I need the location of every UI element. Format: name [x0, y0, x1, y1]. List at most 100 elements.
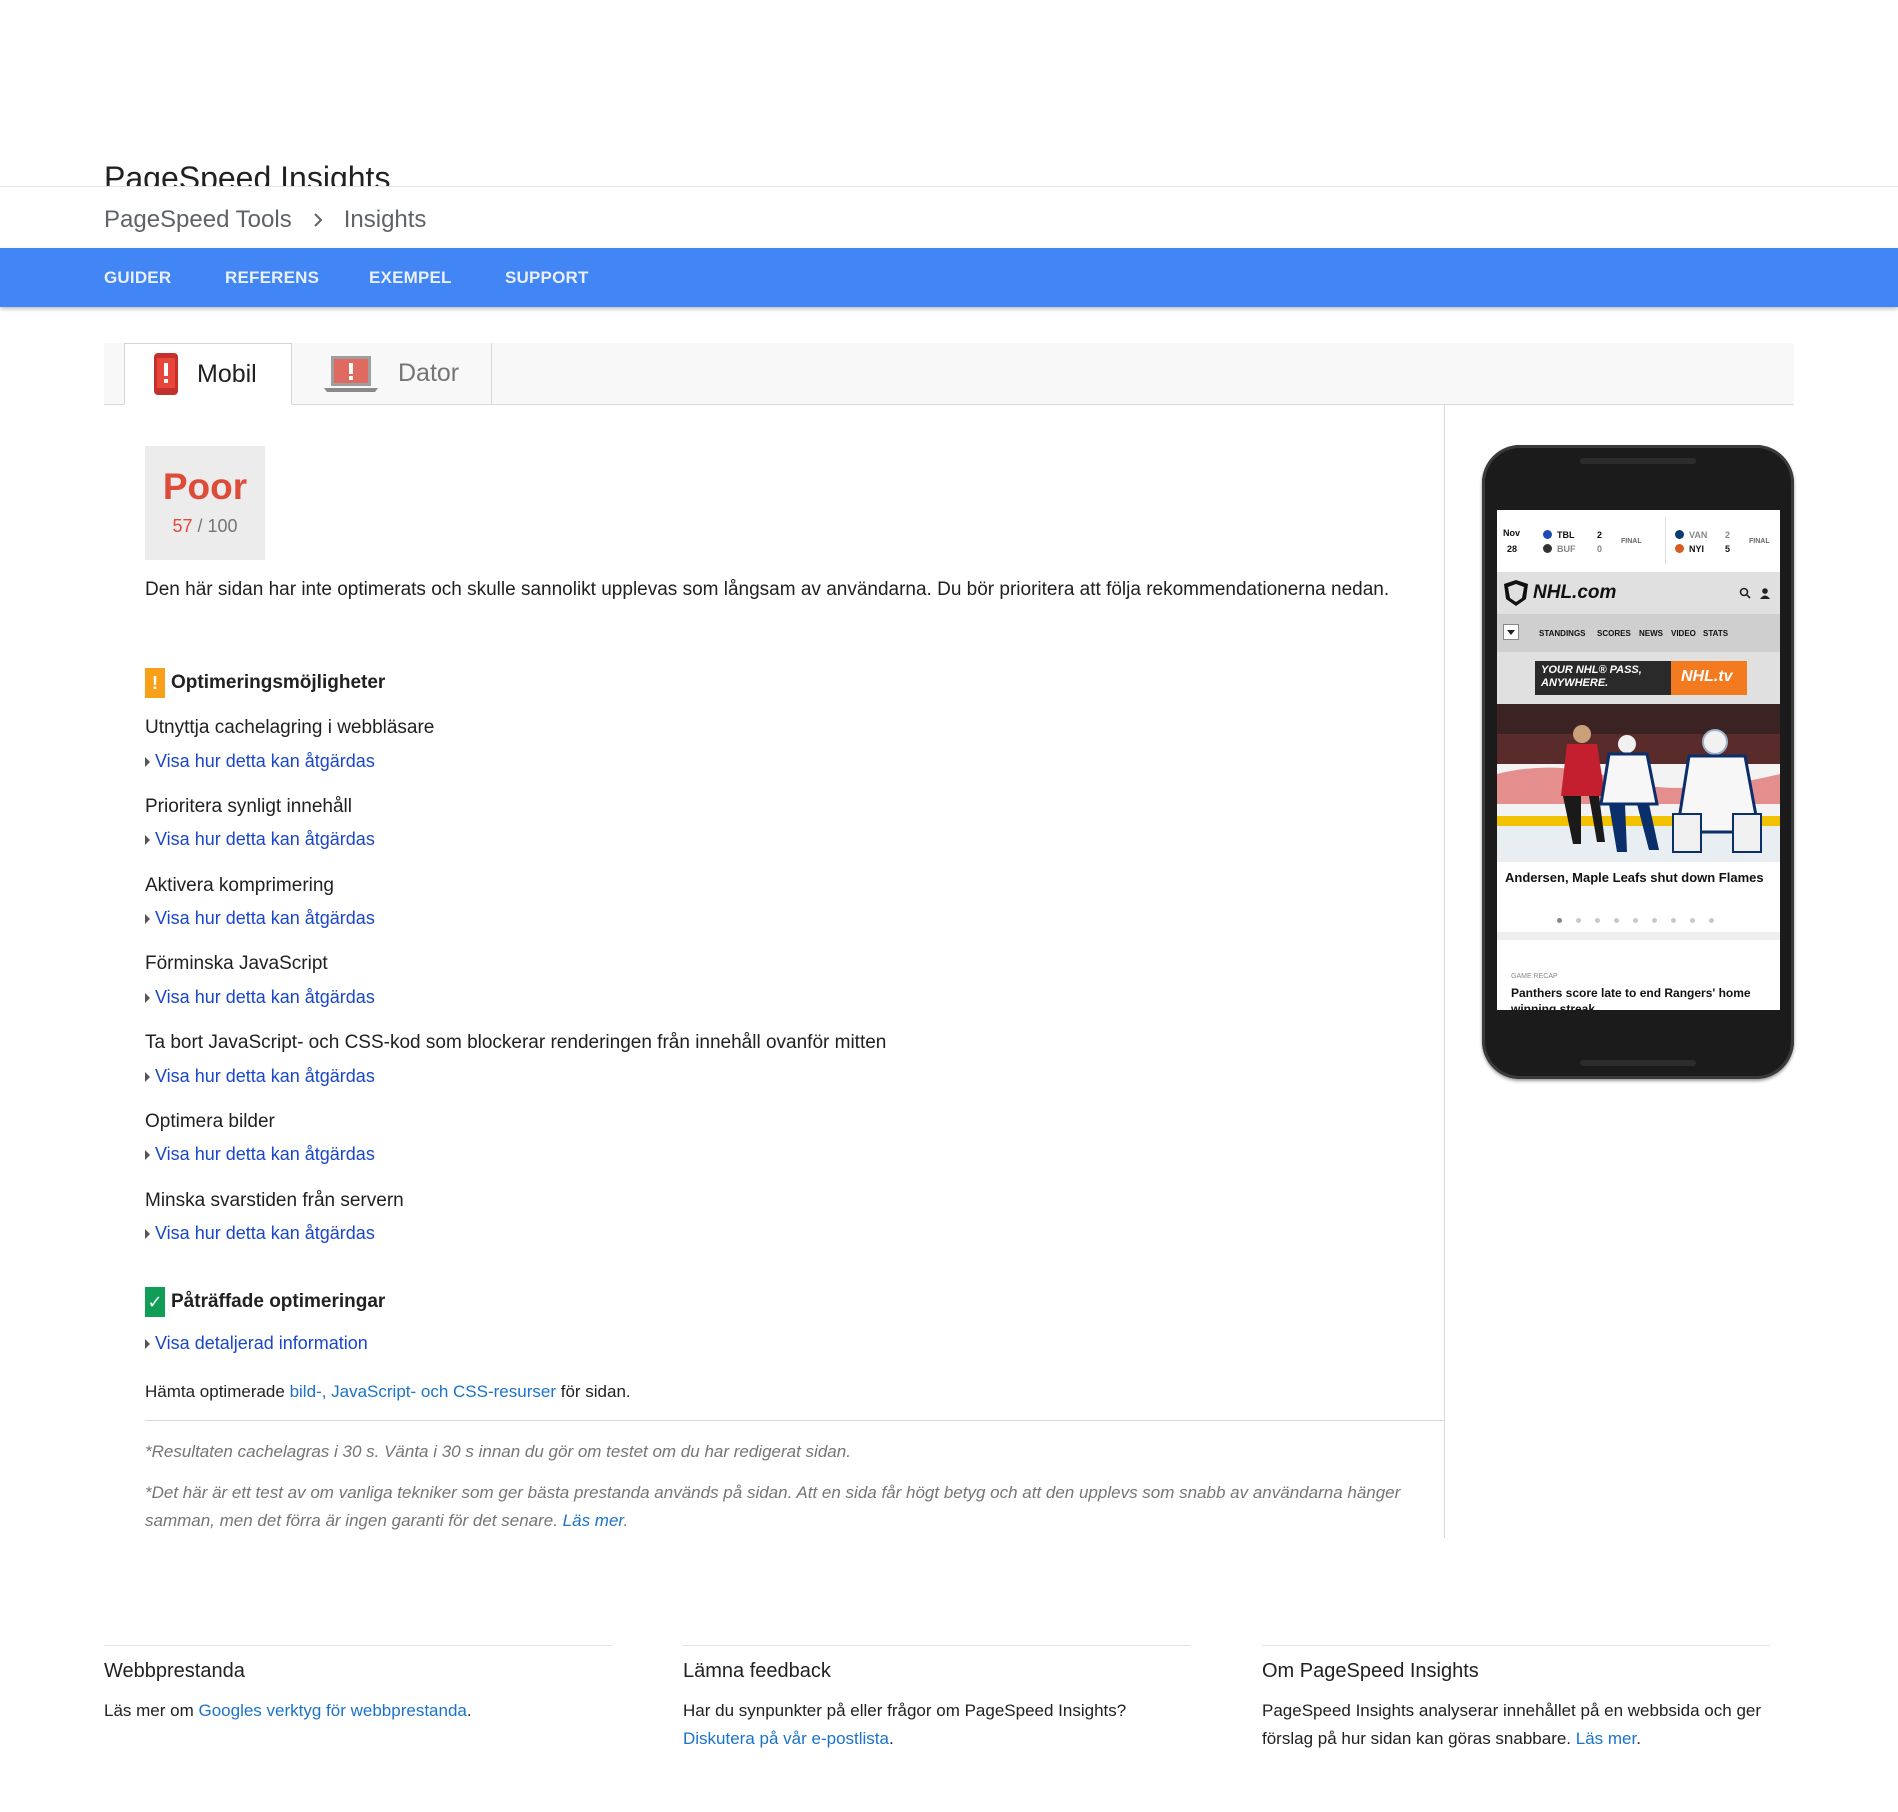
phone-speaker: [1580, 458, 1696, 464]
carousel-dot: [1709, 918, 1714, 923]
score-value: 57: [172, 516, 193, 536]
ticker-team: VAN: [1689, 530, 1708, 540]
phone-speaker: [1580, 1060, 1696, 1066]
score-line: 57 / 100: [145, 516, 265, 537]
rule-title: Optimera bilder: [145, 1111, 275, 1132]
nhl-header: NHL.com: [1497, 572, 1780, 614]
ticker-day: 28: [1507, 544, 1518, 554]
ad-text: YOUR NHL® PASS, ANYWHERE.: [1541, 664, 1642, 690]
ticker-status: FINAL: [1749, 538, 1770, 545]
ticker-score: 2: [1597, 530, 1603, 540]
hero-image: [1497, 704, 1780, 862]
triangle-right-icon: [145, 1338, 150, 1349]
phone-section-separator: [1497, 932, 1780, 940]
tab-mobile[interactable]: Mobil: [124, 343, 292, 405]
footer-google-tools-link[interactable]: Googles verktyg för webbprestanda: [198, 1701, 466, 1720]
carousel-dot: [1614, 918, 1619, 923]
ticker-status: FINAL: [1621, 538, 1642, 545]
nhl-menu-item: VIDEO: [1671, 629, 1696, 638]
footer-text-body: PageSpeed Insights analyserar innehållet…: [1262, 1701, 1762, 1748]
rule-expand-link[interactable]: Visa hur detta kan åtgärdas: [145, 829, 375, 850]
nhl-tv-ad: YOUR NHL® PASS, ANYWHERE. NHL.tv: [1497, 652, 1780, 704]
ticker-team: NYI: [1689, 544, 1705, 554]
footer-web-performance: Webbprestanda Läs mer om Googles verktyg…: [104, 1645, 612, 1725]
hockey-photo: [1497, 704, 1780, 862]
footer-mailing-list-link[interactable]: Diskutera på vår e-postlista: [683, 1729, 889, 1748]
nav-support[interactable]: SUPPORT: [505, 248, 589, 307]
cache-note: *Resultaten cachelagras i 30 s. Vänta i …: [145, 1442, 851, 1461]
footer-rule: [104, 1645, 612, 1646]
nhl-menu-item: STATS: [1703, 629, 1729, 638]
nhl-menu-item: NEWS: [1639, 629, 1663, 638]
triangle-right-icon: [145, 1071, 150, 1082]
mobile-warning-icon: [154, 353, 178, 395]
passed-details-link[interactable]: Visa detaljerad information: [145, 1333, 368, 1354]
nav-examples[interactable]: EXEMPEL: [369, 248, 452, 307]
carousel-dot: [1557, 918, 1562, 923]
phone-screen: Nov 28 TBL BUF 2 0 FINAL VAN NYI 2 5 FIN…: [1497, 510, 1780, 1010]
footer-text-suffix: .: [466, 1701, 472, 1720]
rule-title: Prioritera synligt innehåll: [145, 796, 352, 817]
score-ticker: Nov 28 TBL BUF 2 0 FINAL VAN NYI 2 5 FIN…: [1497, 510, 1780, 573]
tab-desktop[interactable]: Dator: [292, 343, 492, 404]
breadcrumb-insights[interactable]: Insights: [344, 206, 427, 234]
recap-label: GAME RECAP: [1511, 973, 1558, 980]
footer-title: Om PageSpeed Insights: [1262, 1660, 1479, 1682]
rule-expand-link[interactable]: Visa hur detta kan åtgärdas: [145, 1144, 375, 1165]
breadcrumb: PageSpeed Tools Insights: [104, 206, 426, 234]
download-resources-link[interactable]: bild-, JavaScript- och CSS-resurser: [290, 1382, 556, 1401]
tab-desktop-label: Dator: [398, 359, 460, 387]
rule-title: Ta bort JavaScript- och CSS-kod som bloc…: [145, 1032, 887, 1053]
team-logo-icon: [1543, 544, 1552, 553]
rule-expand-link-label: Visa hur detta kan åtgärdas: [155, 1223, 375, 1243]
ticker-score: 2: [1725, 530, 1731, 540]
team-logo-icon: [1675, 544, 1684, 553]
nav-reference[interactable]: REFERENS: [225, 248, 319, 307]
nav-guides[interactable]: GUIDER: [104, 248, 171, 307]
team-logo-icon: [1543, 530, 1552, 539]
disclaimer-read-more-link[interactable]: Läs mer: [563, 1511, 624, 1530]
footer-read-more-link[interactable]: Läs mer: [1576, 1729, 1636, 1748]
ad-line: ANYWHERE.: [1541, 677, 1609, 689]
rule-title: Aktivera komprimering: [145, 875, 334, 896]
footer-rule: [683, 1645, 1191, 1646]
device-tabs: Mobil Dator: [104, 343, 1794, 405]
rule-expand-link[interactable]: Visa hur detta kan åtgärdas: [145, 751, 375, 772]
opportunities-heading-label: Optimeringsmöjligheter: [171, 672, 386, 693]
footer-text: Läs mer om Googles verktyg för webbprest…: [104, 1697, 612, 1725]
rule-expand-link-label: Visa hur detta kan åtgärdas: [155, 1066, 375, 1086]
carousel-dot: [1690, 918, 1695, 923]
rule-expand-link-label: Visa hur detta kan åtgärdas: [155, 829, 375, 849]
download-suffix: för sidan.: [556, 1382, 631, 1401]
triangle-right-icon: [145, 992, 150, 1003]
rule-title: Utnyttja cachelagring i webbläsare: [145, 717, 435, 738]
triangle-right-icon: [145, 756, 150, 767]
breadcrumb-pagespeed-tools[interactable]: PageSpeed Tools: [104, 206, 292, 234]
ad-brand-box: NHL.tv: [1671, 661, 1747, 695]
passed-details-link-label: Visa detaljerad information: [155, 1333, 368, 1353]
ticker-score: 5: [1725, 544, 1731, 554]
rule-expand-link[interactable]: Visa hur detta kan åtgärdas: [145, 908, 375, 929]
chevron-right-icon: [314, 213, 323, 227]
score-max: / 100: [192, 516, 238, 536]
opportunities-heading: ! Optimeringsmöjligheter: [145, 668, 385, 698]
rule-expand-link[interactable]: Visa hur detta kan åtgärdas: [145, 1066, 375, 1087]
passed-heading-label: Påträffade optimeringar: [171, 1291, 386, 1312]
ticker-team: BUF: [1557, 544, 1576, 554]
rule-expand-link[interactable]: Visa hur detta kan åtgärdas: [145, 987, 375, 1008]
disclaimer-note: *Det här är ett test av om vanliga tekni…: [145, 1479, 1435, 1535]
rule-expand-link[interactable]: Visa hur detta kan åtgärdas: [145, 1223, 375, 1244]
recap-title: Panthers score late to end Rangers' home…: [1511, 986, 1751, 1010]
footer-text-suffix: .: [888, 1729, 894, 1748]
carousel-dot: [1576, 918, 1581, 923]
nhl-menu: STANDINGS SCORES NEWS VIDEO STATS: [1497, 614, 1780, 652]
top-nav: GUIDER REFERENS EXEMPEL SUPPORT: [0, 248, 1898, 307]
disclaimer-text: *Det här är ett test av om vanliga tekni…: [145, 1483, 1401, 1530]
ticker-divider: [1665, 518, 1666, 564]
triangle-right-icon: [145, 1149, 150, 1160]
ticker-score: 0: [1597, 544, 1603, 554]
ad-banner: YOUR NHL® PASS, ANYWHERE. NHL.tv: [1535, 661, 1747, 695]
tab-mobile-label: Mobil: [197, 359, 257, 388]
nhl-shield-icon: [1504, 580, 1528, 606]
footer-title: Lämna feedback: [683, 1660, 831, 1682]
